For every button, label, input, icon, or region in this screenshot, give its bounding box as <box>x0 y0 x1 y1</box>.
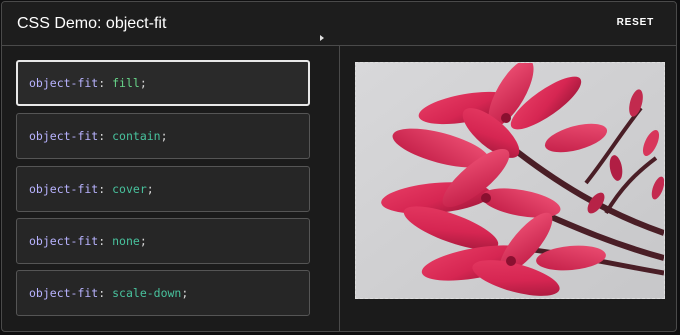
option-colon: : <box>98 182 106 196</box>
option-colon: : <box>98 76 106 90</box>
option-value: cover <box>112 182 147 196</box>
option-code: object-fit: scale-down; <box>29 285 188 301</box>
option-colon: : <box>98 129 106 143</box>
options-panel: object-fit: fill; object-fit: contain; o… <box>2 46 340 331</box>
demo-frame: CSS Demo: object-fit RESET object-fit: f… <box>1 1 677 332</box>
flower-image <box>356 63 664 298</box>
option-scale-down[interactable]: object-fit: scale-down; <box>16 270 310 316</box>
option-semicolon: ; <box>146 182 154 196</box>
option-cover[interactable]: object-fit: cover; <box>16 166 310 212</box>
option-code: object-fit: fill; <box>29 75 147 91</box>
demo-header: CSS Demo: object-fit RESET <box>2 2 676 46</box>
demo-title: CSS Demo: object-fit <box>17 15 167 32</box>
option-value: contain <box>112 129 161 143</box>
selected-arrow-icon <box>320 35 324 41</box>
option-semicolon: ; <box>160 129 168 143</box>
preview-image-frame <box>355 62 665 299</box>
option-semicolon: ; <box>181 286 189 300</box>
option-property: object-fit <box>29 129 99 143</box>
option-code: object-fit: none; <box>29 233 147 249</box>
option-semicolon: ; <box>139 76 147 90</box>
option-value: fill <box>112 76 140 90</box>
option-fill[interactable]: object-fit: fill; <box>16 60 310 106</box>
option-property: object-fit <box>29 234 99 248</box>
option-colon: : <box>98 286 106 300</box>
option-property: object-fit <box>29 182 99 196</box>
option-property: object-fit <box>29 76 99 90</box>
option-code: object-fit: cover; <box>29 181 154 197</box>
option-value: none <box>112 234 140 248</box>
reset-button[interactable]: RESET <box>617 17 654 28</box>
option-value: scale-down <box>112 286 182 300</box>
option-property: object-fit <box>29 286 99 300</box>
option-none[interactable]: object-fit: none; <box>16 218 310 264</box>
option-colon: : <box>98 234 106 248</box>
option-code: object-fit: contain; <box>29 128 168 144</box>
option-contain[interactable]: object-fit: contain; <box>16 113 310 159</box>
option-semicolon: ; <box>139 234 147 248</box>
